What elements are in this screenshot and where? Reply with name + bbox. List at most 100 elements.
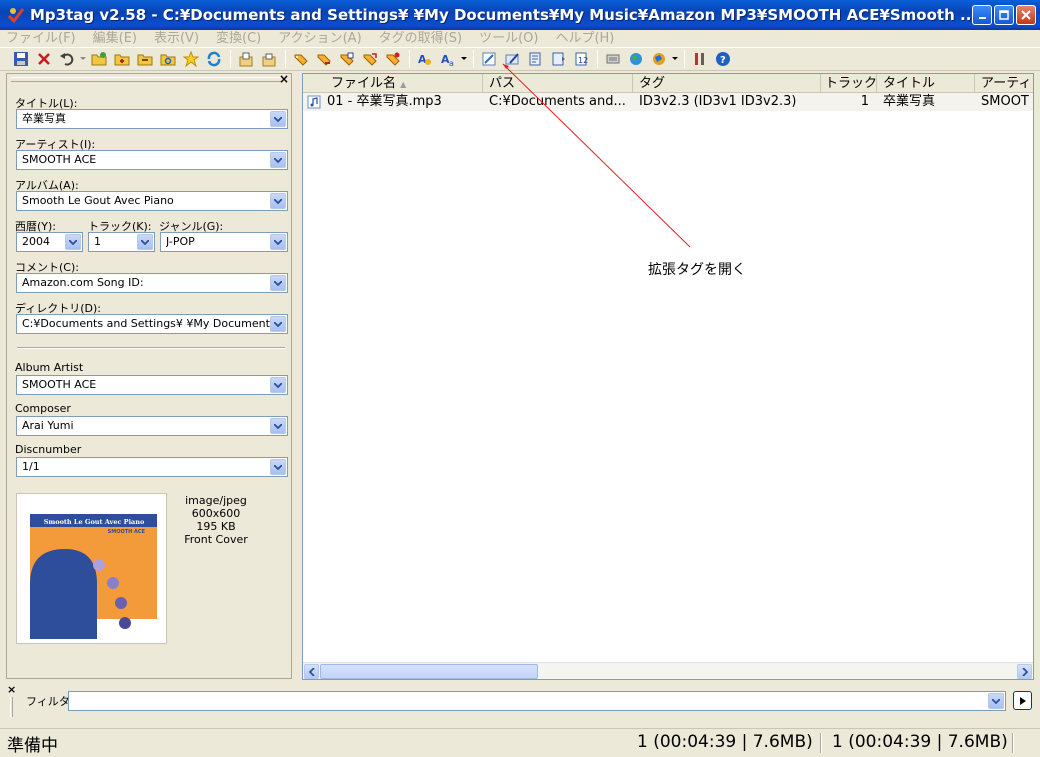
chevron-down-icon[interactable] (988, 693, 1004, 709)
menu-convert[interactable]: 変換(C) (216, 27, 261, 46)
cover-type: image/jpeg (185, 494, 247, 507)
filter-label: フィルタ: (26, 695, 74, 708)
directory-field[interactable]: C:¥Documents and Settings¥ ¥My Documents (16, 314, 288, 334)
refresh-button[interactable] (203, 49, 225, 69)
add-directory-button[interactable] (111, 49, 133, 69)
save-icon (14, 52, 28, 66)
web-source-button[interactable] (625, 49, 647, 69)
close-button[interactable] (1016, 5, 1036, 25)
autonumber-button[interactable] (382, 49, 404, 69)
chevron-down-icon[interactable] (270, 152, 286, 168)
composer-field[interactable]: Arai Yumi (16, 416, 288, 436)
chevron-down-icon[interactable] (270, 234, 286, 250)
album-field[interactable]: Smooth Le Gout Avec Piano (16, 191, 288, 211)
year-field[interactable]: 2004 (16, 232, 83, 252)
track-field[interactable]: 1 (88, 232, 155, 252)
minimize-button[interactable] (972, 5, 992, 25)
actions-dropdown[interactable] (460, 49, 468, 69)
reload-directory-button[interactable] (157, 49, 179, 69)
chevron-down-icon[interactable] (270, 377, 286, 393)
menu-view[interactable]: 表示(V) (154, 27, 199, 46)
web-sources-button[interactable] (648, 49, 670, 69)
cover-art[interactable]: Smooth Le Gout Avec Piano SMOOTH ACE (16, 493, 167, 644)
maximize-button[interactable] (994, 5, 1014, 25)
album-artist-label: Album Artist (15, 361, 84, 374)
chevron-down-icon[interactable] (270, 275, 286, 291)
extended-tags-button[interactable] (478, 49, 500, 69)
discnumber-field[interactable]: 1/1 (16, 457, 288, 477)
open-directory-button[interactable] (134, 49, 156, 69)
undo-dropdown[interactable] (79, 49, 87, 69)
panel-gripper[interactable] (11, 77, 281, 82)
web-dropdown[interactable] (671, 49, 679, 69)
tools-button[interactable] (689, 49, 711, 69)
freedb-button[interactable] (602, 49, 624, 69)
tag-tag-button[interactable] (359, 49, 381, 69)
menu-tools[interactable]: ツール(O) (479, 27, 538, 46)
playlist-icon (552, 52, 565, 66)
chevron-down-icon[interactable] (65, 234, 81, 250)
scroll-right-button[interactable] (1017, 664, 1032, 679)
scroll-left-button[interactable] (304, 664, 319, 679)
svg-text:?: ? (720, 55, 726, 66)
menu-tag-sources[interactable]: タグの取得(S) (379, 27, 462, 46)
chevron-down-icon[interactable] (270, 459, 286, 475)
filter-close-icon[interactable]: × (7, 683, 16, 696)
menu-edit[interactable]: 編集(E) (93, 27, 137, 46)
toolbar-separator (473, 50, 474, 68)
filter-gripper[interactable] (10, 697, 13, 717)
playlist-button[interactable] (547, 49, 569, 69)
change-directory-button[interactable] (88, 49, 110, 69)
filter-go-button[interactable] (1013, 691, 1032, 710)
chevron-down-icon[interactable] (270, 111, 286, 127)
favorites-button[interactable] (180, 49, 202, 69)
tag-filename-button[interactable] (290, 49, 312, 69)
help-button[interactable]: ? (712, 49, 734, 69)
column-header-tag[interactable]: タグ (633, 74, 821, 93)
cover-size: 195 KB (196, 520, 236, 533)
edit-button[interactable] (501, 49, 523, 69)
column-header-filename[interactable]: ファイル名 ▲ (303, 74, 483, 93)
comment-field[interactable]: Amazon.com Song ID: (16, 273, 288, 293)
help-icon: ? (716, 52, 730, 66)
column-header-title[interactable]: タイトル (877, 74, 975, 93)
menu-file[interactable]: ファイル(F) (6, 27, 76, 46)
cell-path: C:¥Documents and... (489, 94, 626, 109)
filter-input[interactable] (68, 691, 1006, 711)
remove-tag-button[interactable] (33, 49, 55, 69)
genre-field[interactable]: J-POP (160, 232, 288, 252)
table-row[interactable]: 01 - 卒業写真.mp3 C:¥Documents and... ID3v2.… (303, 93, 1033, 111)
chevron-down-icon[interactable] (270, 193, 286, 209)
cover-dimensions: 600x600 (191, 507, 241, 520)
undo-icon (60, 53, 74, 66)
text-tag-button[interactable] (336, 49, 358, 69)
music-file-icon (307, 95, 321, 109)
paste-tag-button[interactable] (258, 49, 280, 69)
chevron-down-icon[interactable] (137, 234, 153, 250)
scrollbar-thumb[interactable] (320, 664, 538, 679)
undo-button[interactable] (56, 49, 78, 69)
number-button[interactable]: 12 (570, 49, 592, 69)
chevron-down-icon[interactable] (270, 316, 286, 332)
column-header-artist[interactable]: アーティス (975, 74, 1033, 93)
svg-text:a: a (449, 59, 454, 67)
album-artist-field[interactable]: SMOOTH ACE (16, 375, 288, 395)
artist-field[interactable]: SMOOTH ACE (16, 150, 288, 170)
case-conversion-button[interactable]: A (414, 49, 436, 69)
copy-tag-button[interactable] (235, 49, 257, 69)
svg-text:A: A (418, 53, 427, 66)
panel-close-icon[interactable]: × (279, 72, 289, 86)
export-button[interactable] (524, 49, 546, 69)
menu-actions[interactable]: アクション(A) (278, 27, 361, 46)
actions-button[interactable]: Aa (437, 49, 459, 69)
save-button[interactable] (10, 49, 32, 69)
column-header-track[interactable]: トラック (821, 74, 877, 93)
column-header-path[interactable]: パス (483, 74, 633, 93)
chevron-down-icon[interactable] (270, 418, 286, 434)
menu-help[interactable]: ヘルプ(H) (555, 27, 614, 46)
window-title: Mp3tag v2.58 - C:¥Documents and Settings… (30, 6, 978, 24)
status-selected: 1 (00:04:39 | 7.6MB) (637, 732, 813, 752)
horizontal-scrollbar[interactable] (303, 662, 1033, 679)
filename-tag-button[interactable] (313, 49, 335, 69)
title-field[interactable]: 卒業写真 (16, 109, 288, 129)
